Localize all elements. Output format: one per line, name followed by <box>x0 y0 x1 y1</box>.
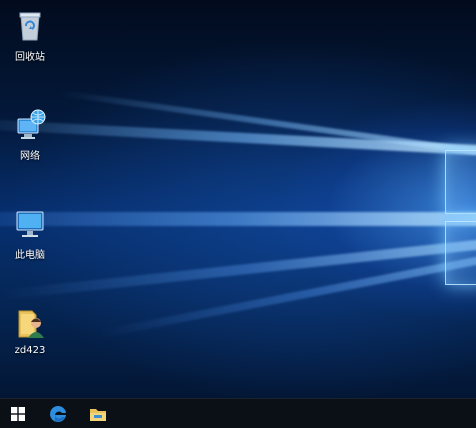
this-pc-icon <box>12 206 48 242</box>
light-beam <box>59 90 476 155</box>
windows-logo-pane-top <box>445 150 476 214</box>
recycle-bin-icon <box>12 8 48 44</box>
windows-logo-pane-bottom <box>445 221 476 285</box>
file-explorer-icon <box>90 408 106 421</box>
light-beam <box>0 212 476 226</box>
network-icon <box>12 107 48 143</box>
desktop-icon-label: 网络 <box>20 151 40 162</box>
desktop-background[interactable]: 回收站 网络 此电脑 zd423 <box>0 0 476 398</box>
start-button[interactable] <box>0 399 36 428</box>
windows-start-icon <box>11 406 25 421</box>
desktop-icon-label: 回收站 <box>15 52 45 63</box>
desktop-icon-network[interactable]: 网络 <box>0 107 60 162</box>
desktop-icon-recycle-bin[interactable]: 回收站 <box>0 8 60 63</box>
desktop-icon-this-pc[interactable]: 此电脑 <box>0 206 60 261</box>
user-folder-icon <box>12 305 48 341</box>
desktop-icon-label: zd423 <box>14 345 46 356</box>
taskbar <box>0 398 476 428</box>
taskbar-file-explorer-button[interactable] <box>80 399 116 428</box>
light-beam <box>0 237 476 300</box>
desktop-icon-label: 此电脑 <box>15 250 45 261</box>
taskbar-edge-button[interactable] <box>40 399 76 428</box>
desktop-icon-user-folder[interactable]: zd423 <box>0 305 60 356</box>
edge-browser-icon <box>50 405 66 422</box>
